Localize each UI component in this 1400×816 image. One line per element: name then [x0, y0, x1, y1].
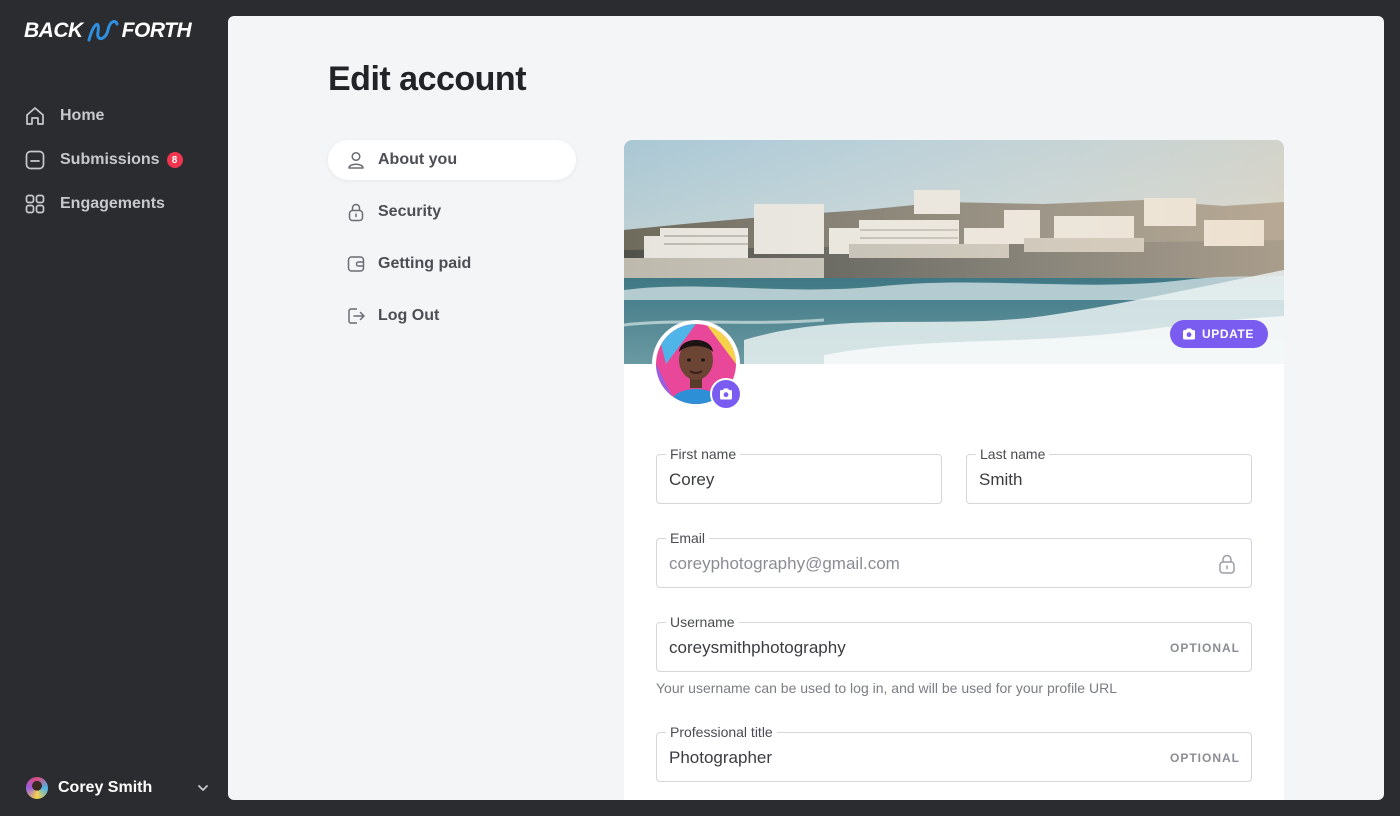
subnav-item-label: About you: [378, 151, 458, 168]
submissions-count-badge: 8: [166, 152, 183, 168]
last-name-field[interactable]: Last name: [966, 445, 1252, 504]
last-name-label: Last name: [976, 445, 1050, 463]
main-panel: Edit account About you Security Getting …: [228, 16, 1384, 800]
profile-avatar: [652, 320, 742, 410]
email-label: Email: [666, 529, 710, 547]
camera-icon: [720, 388, 732, 400]
optional-tag: OPTIONAL: [1170, 641, 1240, 655]
chevron-down-icon: [198, 785, 208, 791]
username-hint: Your username can be used to log in, and…: [656, 680, 1117, 696]
subnav-item-log-out[interactable]: Log Out: [328, 296, 576, 336]
page-title: Edit account: [328, 60, 527, 98]
user-icon: [346, 150, 366, 170]
email-field[interactable]: Email: [656, 529, 1252, 588]
logo[interactable]: BACK FORTH: [24, 18, 192, 44]
grid-icon: [24, 193, 46, 215]
logo-swoosh-icon: [87, 20, 119, 42]
sidebar-item-label: Engagements: [60, 195, 165, 212]
wallet-icon: [346, 254, 366, 274]
subnav-item-label: Getting paid: [378, 255, 472, 272]
sidebar-item-engagements[interactable]: Engagements: [24, 192, 183, 216]
username-label: Username: [666, 613, 739, 631]
first-name-field[interactable]: First name: [656, 445, 942, 504]
sidebar-item-label: Submissions: [60, 151, 160, 168]
logo-text-left: BACK: [24, 19, 83, 42]
subnav-item-security[interactable]: Security: [328, 192, 576, 232]
avatar: [24, 775, 50, 801]
inbox-icon: [24, 149, 46, 171]
logo-text-right: FORTH: [121, 19, 192, 42]
first-name-input[interactable]: [669, 470, 843, 490]
update-label: UPDATE: [1201, 327, 1254, 341]
account-subnav: About you Security Getting paid Log Out: [328, 140, 576, 348]
user-menu[interactable]: Corey Smith: [24, 774, 210, 802]
change-avatar-button[interactable]: [710, 378, 742, 410]
username-field[interactable]: Username OPTIONAL: [656, 613, 1252, 672]
lock-icon: [346, 202, 366, 222]
first-name-label: First name: [666, 445, 741, 463]
home-icon: [24, 105, 46, 127]
sidebar-item-home[interactable]: Home: [24, 104, 183, 128]
logout-icon: [346, 306, 366, 326]
professional-title-field[interactable]: Professional title OPTIONAL: [656, 723, 1252, 782]
lock-icon: [1219, 554, 1235, 574]
sidebar-item-label: Home: [60, 107, 105, 124]
subnav-item-label: Log Out: [378, 307, 440, 324]
camera-icon: [1182, 328, 1195, 340]
last-name-input[interactable]: [979, 470, 1153, 490]
sidebar: BACK FORTH Home Submissions 8 Engagement…: [0, 0, 228, 816]
update-cover-button[interactable]: UPDATE: [1169, 320, 1268, 348]
profile-card: UPDATE First name Corey Last name Smith …: [624, 140, 1284, 800]
professional-title-label: Professional title: [666, 723, 777, 741]
username-input[interactable]: [669, 638, 1153, 658]
sidebar-nav: Home Submissions 8 Engagements: [24, 104, 183, 236]
sidebar-item-submissions[interactable]: Submissions 8: [24, 148, 183, 172]
user-name: Corey Smith: [58, 779, 153, 796]
subnav-item-about-you[interactable]: About you: [328, 140, 576, 180]
email-input[interactable]: [669, 554, 1153, 574]
professional-title-input[interactable]: [669, 748, 1153, 768]
optional-tag: OPTIONAL: [1170, 751, 1240, 765]
subnav-item-label: Security: [378, 203, 442, 220]
subnav-item-getting-paid[interactable]: Getting paid: [328, 244, 576, 284]
